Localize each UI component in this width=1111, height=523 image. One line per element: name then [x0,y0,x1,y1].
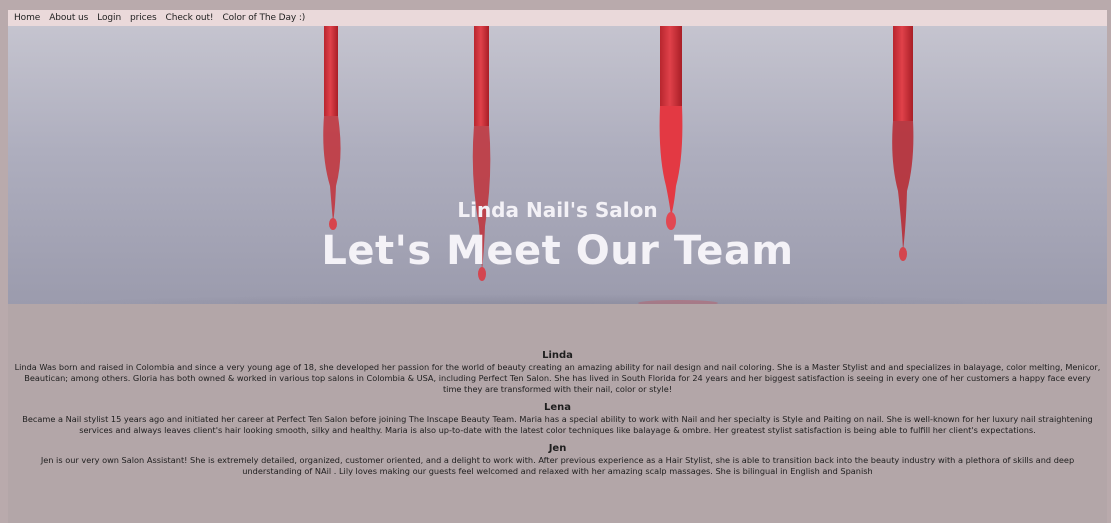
member-bio: Became a Nail stylist 15 years ago and i… [22,414,1093,435]
member-name: Lena [543,402,572,413]
polish-brush-4 [892,26,914,261]
salon-name-subtitle: Linda Nail's Salon [457,198,658,222]
member-name: Jen [548,443,567,454]
team-member: Jen Jen is our very own Salon Assistant!… [8,443,1107,477]
team-member: Linda Linda Was born and raised in Colom… [8,350,1107,395]
nav-about-link[interactable]: About us [49,13,88,23]
top-navbar: Home About us Login prices Check out! Co… [8,10,1107,26]
nav-login-link[interactable]: Login [97,13,121,23]
member-bio: Jen is our very own Salon Assistant! She… [40,455,1075,476]
page-frame: Home About us Login prices Check out! Co… [8,10,1107,523]
member-name: Linda [542,350,573,361]
nav-prices-link[interactable]: prices [130,13,157,23]
nav-checkout-link[interactable]: Check out! [166,13,214,23]
hero-banner: Linda Nail's Salon Let's Meet Our Team [8,26,1107,304]
nav-color-of-day-link[interactable]: Color of The Day :) [222,13,305,23]
team-member: Lena Became a Nail stylist 15 years ago … [8,402,1107,436]
member-bio: Linda Was born and raised in Colombia an… [14,362,1101,394]
page-title: Let's Meet Our Team [321,228,794,274]
nav-home-link[interactable]: Home [14,13,40,23]
team-section: Linda Linda Was born and raised in Colom… [8,346,1107,477]
